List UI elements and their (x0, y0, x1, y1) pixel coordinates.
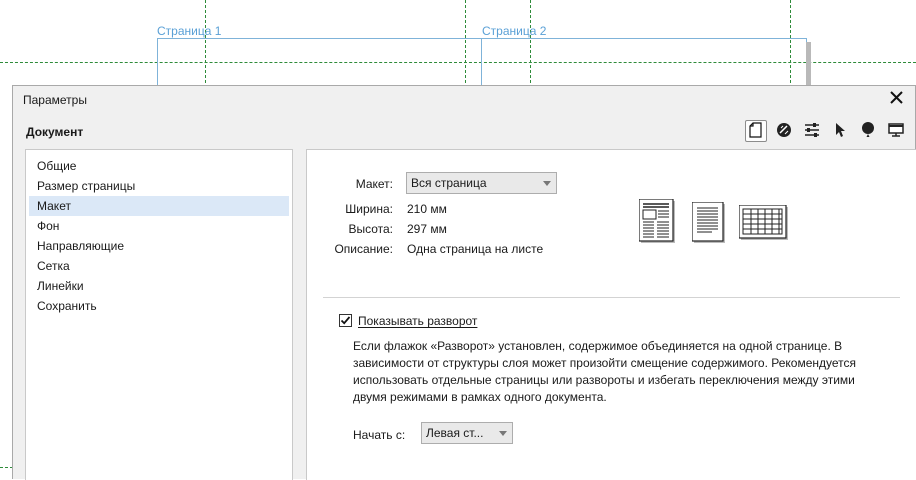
height-label: Высота: (348, 222, 393, 236)
start-on-combo[interactable]: Левая ст... (421, 422, 513, 444)
settings-category-button[interactable] (801, 120, 823, 142)
start-on-combo-value: Левая ст... (426, 426, 484, 440)
balloon-icon (861, 121, 875, 141)
page-1-label: Страница 1 (157, 24, 222, 38)
description-value: Одна страница на листе (407, 242, 544, 256)
balloon-category-button[interactable] (857, 120, 879, 142)
layout-panel: Макет: Вся страница Ширина: 210 мм Высот… (306, 149, 916, 480)
newspaper-layout-icon (638, 198, 677, 248)
tree-item-save[interactable]: Сохранить (29, 296, 289, 316)
sliders-icon (804, 122, 820, 140)
display-icon (888, 122, 904, 141)
color-icon (776, 122, 792, 141)
dialog-titlebar: Параметры (13, 86, 915, 114)
tree-item-background[interactable]: Фон (29, 216, 289, 236)
display-category-button[interactable] (885, 120, 907, 142)
pointer-icon (834, 122, 846, 141)
start-on-label: Начать с: (353, 428, 406, 442)
tree-item-page-size[interactable]: Размер страницы (29, 176, 289, 196)
facing-pages-checkbox[interactable] (339, 314, 352, 327)
width-value: 210 мм (407, 202, 447, 216)
tree-item-guidelines[interactable]: Направляющие (29, 236, 289, 256)
layout-combo[interactable]: Вся страница (406, 172, 557, 194)
layout-combo-value: Вся страница (411, 176, 487, 190)
facing-pages-description: Если флажок «Разворот» установлен, содер… (353, 339, 857, 404)
tree-item-rulers[interactable]: Линейки (29, 276, 289, 296)
tree-item-layout[interactable]: Макет (29, 196, 289, 216)
height-value: 297 мм (407, 222, 447, 236)
pointer-category-button[interactable] (829, 120, 851, 142)
width-label: Ширина: (345, 202, 393, 216)
category-tree: Общие Размер страницы Макет Фон Направля… (25, 149, 293, 480)
category-toolbar (745, 120, 907, 142)
document-category-button[interactable] (745, 120, 767, 142)
close-icon[interactable] (887, 88, 907, 108)
section-title: Документ (26, 125, 84, 139)
chevron-down-icon (543, 181, 551, 186)
text-page-layout-icon (691, 201, 726, 247)
tree-item-grid[interactable]: Сетка (29, 256, 289, 276)
document-icon (749, 121, 763, 141)
facing-pages-label[interactable]: Показывать разворот (358, 314, 477, 328)
chevron-down-icon (499, 431, 507, 436)
separator (323, 297, 900, 298)
page-2-label: Страница 2 (482, 24, 547, 38)
color-category-button[interactable] (773, 120, 795, 142)
table-layout-icon (738, 204, 789, 244)
description-label: Описание: (334, 242, 393, 256)
layout-label: Макет: (355, 177, 393, 191)
options-dialog: Параметры Документ Общие Размер страницы… (12, 85, 916, 480)
dialog-title: Параметры (23, 93, 87, 107)
tree-item-general[interactable]: Общие (29, 156, 289, 176)
